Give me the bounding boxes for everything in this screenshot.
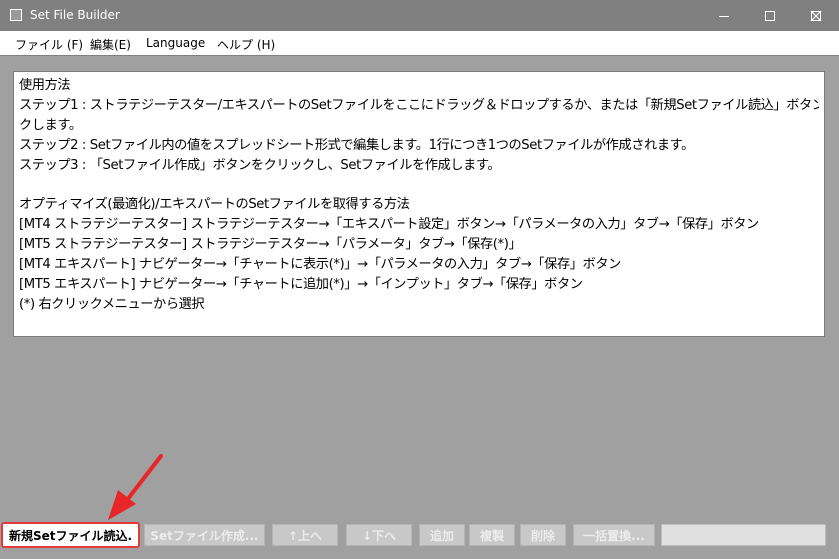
instruction-line: 使用方法 [19, 78, 71, 93]
menu-edit[interactable]: 編集(E) [90, 36, 131, 53]
menu-file[interactable]: ファイル (F) [15, 36, 83, 53]
menu-help[interactable]: ヘルプ (H) [217, 36, 275, 53]
bottom-toolbar: 新規Setファイル読込. Setファイル作成... ↑上へ ↓下へ 追加 複製 … [0, 519, 839, 549]
app-icon [10, 9, 22, 21]
menu-bar: ファイル (F) 編集(E) Language ヘルプ (H) [0, 31, 839, 56]
move-down-button[interactable]: ↓下へ [346, 524, 412, 546]
replace-all-button[interactable]: 一括置換... [573, 524, 655, 546]
load-set-file-button[interactable]: 新規Setファイル読込. [1, 522, 140, 548]
minimize-icon [719, 15, 729, 17]
instruction-line: ステップ3 : 「Setファイル作成」ボタンをクリックし、Setファイルを作成し… [19, 157, 501, 173]
minimize-button[interactable] [701, 0, 747, 31]
delete-button[interactable]: 削除 [520, 524, 566, 546]
drop-area[interactable]: 使用方法 ステップ1 : ストラテジーテスター/エキスパートのSetファイルをこ… [13, 71, 825, 337]
instruction-line: (*) 右クリックメニューから選択 [19, 296, 205, 312]
instruction-line: オプティマイズ(最適化)/エキスパートのSetファイルを取得する方法 [19, 197, 410, 213]
window-title: Set File Builder [30, 8, 120, 22]
instruction-line: ステップ1 : ストラテジーテスター/エキスパートのSetファイルをここにドラッ… [19, 97, 819, 113]
move-up-button[interactable]: ↑上へ [272, 524, 338, 546]
menu-language[interactable]: Language [146, 36, 205, 50]
close-button[interactable] [793, 0, 839, 31]
instruction-line: クします。 [19, 117, 82, 133]
instruction-line: ステップ2 : Setファイル内の値をスプレッドシート形式で編集します。1行につ… [19, 137, 694, 153]
maximize-icon [765, 10, 775, 21]
duplicate-button[interactable]: 複製 [469, 524, 515, 546]
status-field [661, 524, 826, 546]
instruction-line: [MT4 エキスパート] ナビゲーター→「チャートに表示(*)」→「パラメータの… [19, 257, 621, 273]
maximize-button[interactable] [747, 0, 793, 31]
instruction-line: [MT4 ストラテジーテスター] ストラテジーテスター→「エキスパート設定」ボタ… [19, 217, 759, 233]
add-button[interactable]: 追加 [419, 524, 465, 546]
instruction-line: [MT5 ストラテジーテスター] ストラテジーテスター→「パラメータ」タブ→「保… [19, 237, 522, 253]
close-icon [810, 10, 822, 21]
instruction-line: [MT5 エキスパート] ナビゲーター→「チャートに追加(*)」→「インプット」… [19, 276, 583, 292]
create-set-file-button[interactable]: Setファイル作成... [144, 524, 265, 546]
instruction-line [19, 175, 819, 195]
